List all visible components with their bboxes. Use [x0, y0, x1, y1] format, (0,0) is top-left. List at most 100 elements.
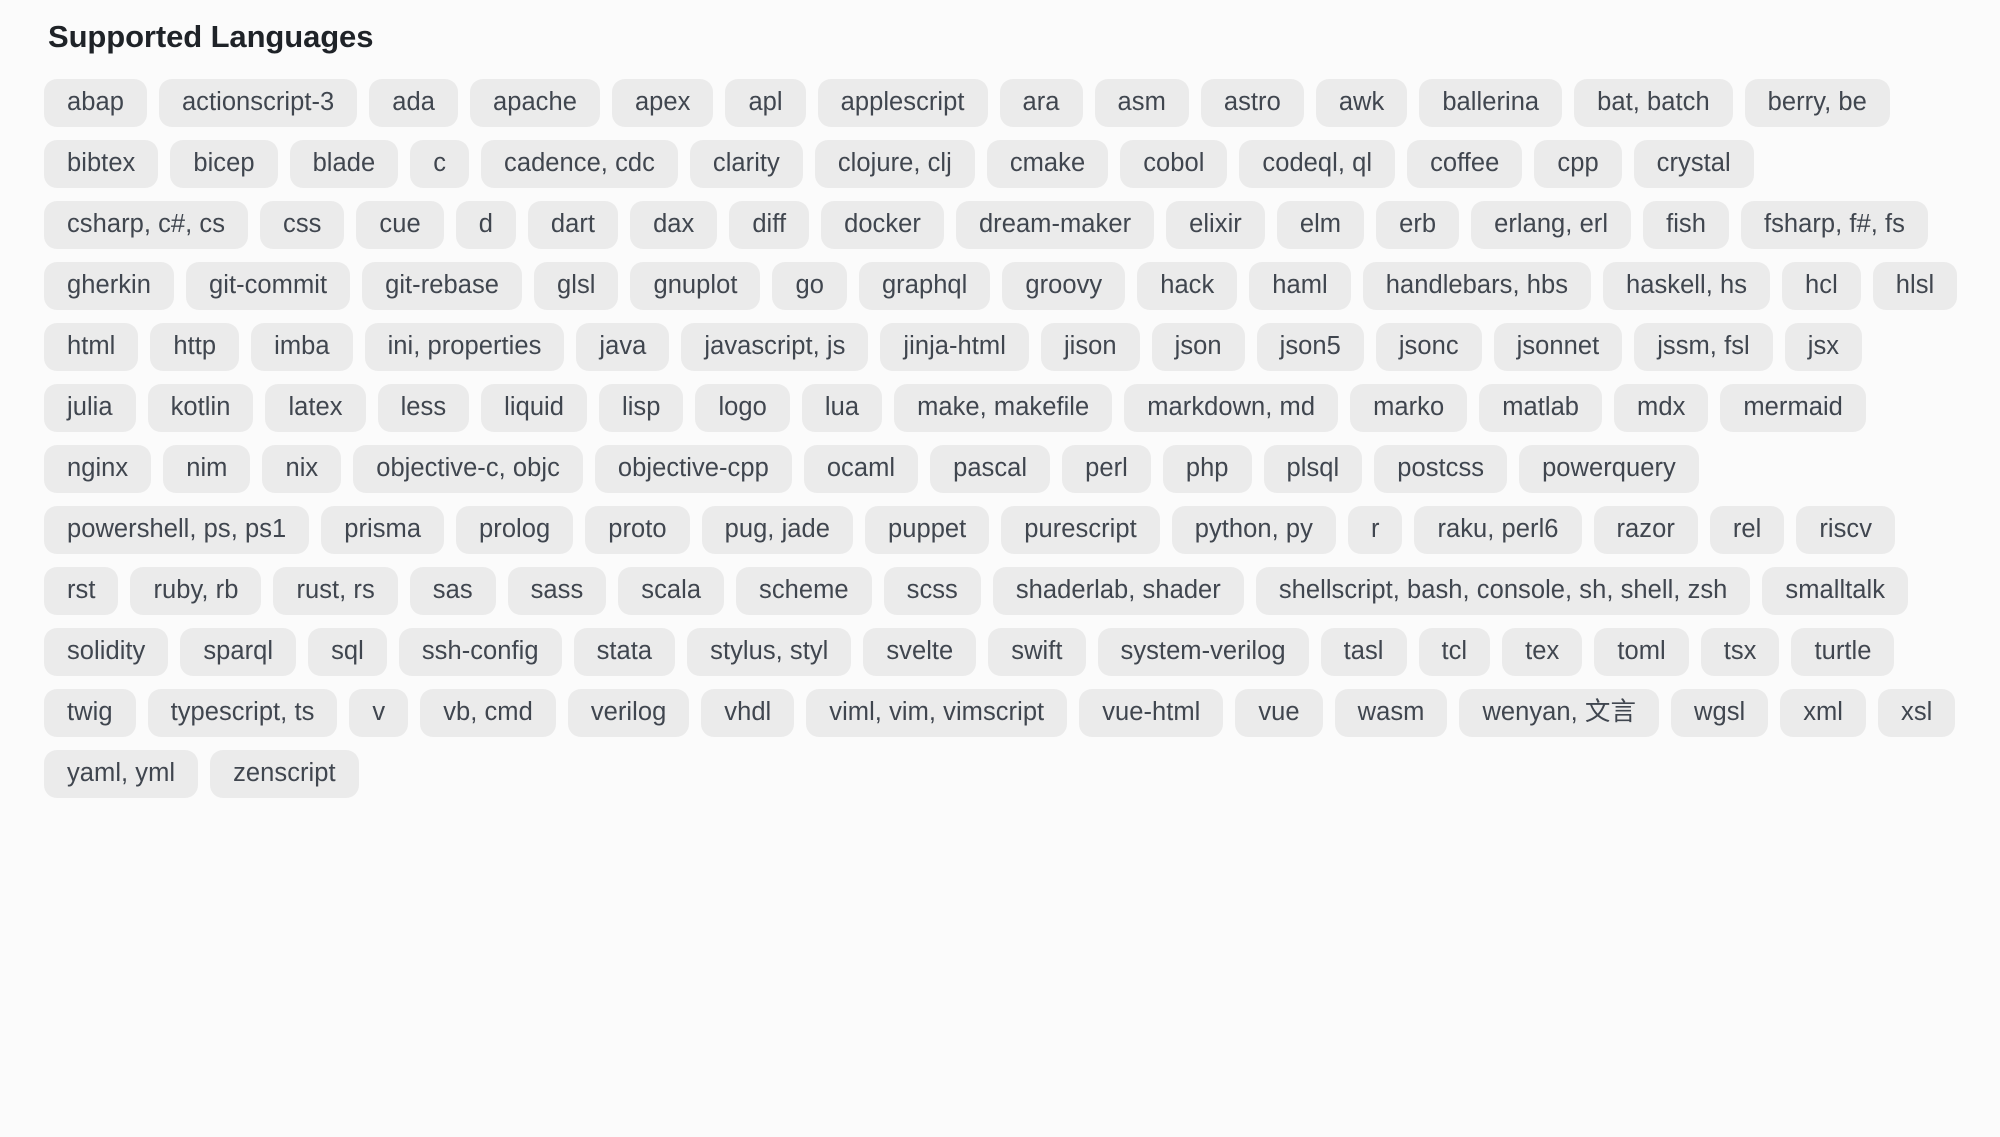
language-tag: kotlin: [147, 383, 254, 432]
language-tag: vhdl: [701, 688, 795, 737]
language-tag: ocaml: [803, 444, 919, 493]
language-tag: toml: [1594, 627, 1689, 676]
language-tag: python, py: [1171, 505, 1336, 554]
language-tag: wenyan, 文言: [1459, 688, 1659, 737]
language-tag: proto: [585, 505, 690, 554]
language-tag: lisp: [599, 383, 684, 432]
language-tag: sparql: [180, 627, 297, 676]
language-tag: berry, be: [1744, 78, 1890, 127]
supported-languages-page: Supported Languages abap actionscript-3 ad…: [0, 0, 2000, 1137]
language-tag: zenscript: [210, 749, 359, 798]
language-tag: glsl: [534, 261, 619, 310]
language-tag: wgsl: [1671, 688, 1769, 737]
language-tag: vue-html: [1079, 688, 1224, 737]
language-tag: gherkin: [44, 261, 174, 310]
language-tag: rust, rs: [273, 566, 398, 615]
language-tag: jinja-html: [880, 322, 1029, 371]
language-tag: vb, cmd: [420, 688, 556, 737]
language-tag: graphql: [858, 261, 991, 310]
language-tag: dax: [630, 200, 718, 249]
language-tag: stata: [573, 627, 676, 676]
language-tag: hlsl: [1872, 261, 1958, 310]
language-tag: awk: [1315, 78, 1408, 127]
language-tag: pascal: [930, 444, 1051, 493]
language-tag: dart: [527, 200, 619, 249]
language-tag: tsx: [1700, 627, 1780, 676]
language-tag: yaml, yml: [44, 749, 199, 798]
language-tag: jssm, fsl: [1634, 322, 1773, 371]
language-tag: haskell, hs: [1603, 261, 1771, 310]
language-tag: coffee: [1407, 139, 1523, 188]
language-tag: cue: [356, 200, 444, 249]
language-tag: mdx: [1614, 383, 1709, 432]
language-tag: prolog: [456, 505, 574, 554]
language-tag: blade: [289, 139, 399, 188]
language-tag: jsx: [1784, 322, 1863, 371]
language-tag: purescript: [1001, 505, 1160, 554]
language-tag: lua: [801, 383, 883, 432]
language-tag: liquid: [481, 383, 587, 432]
language-tag: cadence, cdc: [481, 139, 678, 188]
language-tag: nim: [163, 444, 251, 493]
language-tag: imba: [251, 322, 353, 371]
language-tag: nginx: [44, 444, 152, 493]
language-tag: shellscript, bash, console, sh, shell, z…: [1255, 566, 1751, 615]
language-tag: tcl: [1418, 627, 1491, 676]
language-tag: make, makefile: [894, 383, 1113, 432]
language-tag: xsl: [1878, 688, 1956, 737]
language-tag: diff: [729, 200, 810, 249]
language-tag: actionscript-3: [158, 78, 358, 127]
language-tag: java: [576, 322, 670, 371]
language-tag: wasm: [1334, 688, 1448, 737]
language-tag: csharp, c#, cs: [44, 200, 249, 249]
language-tag: scss: [883, 566, 981, 615]
language-tag: fish: [1643, 200, 1729, 249]
language-tag: swift: [988, 627, 1086, 676]
language-tag: xml: [1780, 688, 1867, 737]
language-tag: svelte: [863, 627, 977, 676]
language-tag: clojure, clj: [814, 139, 975, 188]
language-tag: http: [150, 322, 240, 371]
language-tag: bat, batch: [1574, 78, 1733, 127]
language-tag: viml, vim, vimscript: [806, 688, 1068, 737]
language-tag: groovy: [1002, 261, 1126, 310]
language-tag: jsonc: [1375, 322, 1482, 371]
language-tag: docker: [821, 200, 944, 249]
language-tag: dream-maker: [955, 200, 1155, 249]
language-tag: sql: [308, 627, 387, 676]
language-tag: tex: [1502, 627, 1583, 676]
language-tag: bicep: [170, 139, 278, 188]
language-tag: d: [455, 200, 516, 249]
language-tag: solidity: [44, 627, 169, 676]
language-tag: gnuplot: [630, 261, 761, 310]
language-tag: abap: [44, 78, 147, 127]
language-tag: stylus, styl: [687, 627, 852, 676]
language-tag: haml: [1249, 261, 1351, 310]
language-tag-list: abap actionscript-3 ada apache apex apl apples…: [44, 78, 1960, 798]
language-tag: twig: [44, 688, 136, 737]
language-tag: handlebars, hbs: [1362, 261, 1591, 310]
language-tag: go: [772, 261, 847, 310]
language-tag: powershell, ps, ps1: [44, 505, 310, 554]
language-tag: rst: [44, 566, 119, 615]
language-tag: cobol: [1120, 139, 1228, 188]
language-tag: razor: [1593, 505, 1698, 554]
language-tag: scheme: [736, 566, 872, 615]
language-tag: turtle: [1791, 627, 1895, 676]
language-tag: hcl: [1782, 261, 1861, 310]
language-tag: smalltalk: [1762, 566, 1909, 615]
language-tag: pug, jade: [701, 505, 853, 554]
language-tag: fsharp, f#, fs: [1740, 200, 1928, 249]
language-tag: prisma: [321, 505, 445, 554]
language-tag: asm: [1094, 78, 1189, 127]
language-tag: ballerina: [1419, 78, 1563, 127]
language-tag: bibtex: [44, 139, 159, 188]
language-tag: matlab: [1479, 383, 1603, 432]
language-tag: erlang, erl: [1471, 200, 1632, 249]
language-tag: git-commit: [186, 261, 351, 310]
language-tag: apex: [611, 78, 714, 127]
language-tag: powerquery: [1519, 444, 1699, 493]
language-tag: git-rebase: [362, 261, 522, 310]
language-tag: r: [1347, 505, 1403, 554]
language-tag: objective-c, objc: [353, 444, 583, 493]
